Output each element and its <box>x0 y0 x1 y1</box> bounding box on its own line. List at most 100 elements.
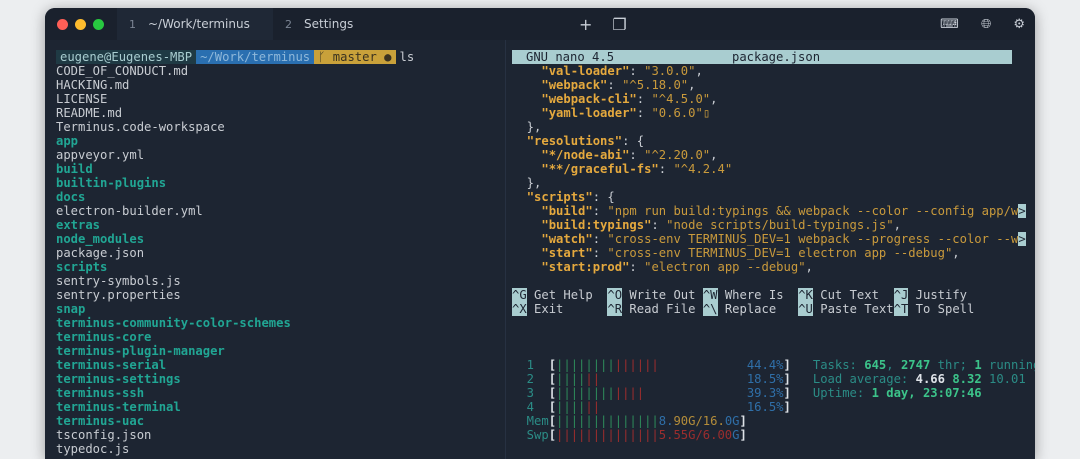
editor-line: "scripts": { <box>512 190 1024 204</box>
shortcut-key: ^X <box>512 302 527 316</box>
text-segment: |||||||| <box>556 358 615 372</box>
htop-line: Swp[||||||||||||||5.55G/6.00G] <box>512 428 1024 442</box>
text-segment: : { <box>592 190 615 204</box>
editor-line: }, <box>512 120 1024 134</box>
text-segment: |||||| <box>614 358 659 372</box>
text-segment: "cross-env TERMINUS_DEV=1 electron app -… <box>607 246 953 260</box>
text-segment: , <box>805 260 813 274</box>
nano-filename: package.json <box>732 50 821 64</box>
text-segment: [ <box>548 386 557 400</box>
file-entry: appveyor.yml <box>56 148 145 162</box>
text-segment: Paste Text <box>812 302 894 316</box>
directory-entry: docs <box>56 190 86 204</box>
text-segment: |||||||||||||| <box>556 428 659 442</box>
text-segment: |||||||||||||| <box>556 414 659 428</box>
directory-entry: app <box>56 134 79 148</box>
text-segment: 0G <box>724 414 740 428</box>
tab-label: Settings <box>304 17 354 31</box>
new-tab-button[interactable]: + <box>579 15 592 34</box>
text-segment <box>512 92 541 106</box>
shortcut-key: > <box>1018 232 1026 246</box>
text-segment: ] <box>739 414 747 428</box>
text-segment: ] <box>783 372 791 386</box>
text-segment: 4.66 <box>915 372 945 386</box>
maximize-button[interactable] <box>93 18 104 30</box>
nano-editor-content[interactable]: "val-loader": "3.0.0", "webpack": "^5.18… <box>512 64 1026 274</box>
text-segment: [ <box>548 358 557 372</box>
text-segment <box>512 148 541 162</box>
file-entry: sentry-symbols.js <box>56 274 181 288</box>
text-segment: [ <box>548 428 557 442</box>
text-segment: [ <box>548 400 557 414</box>
nano-version: GNU nano 4.5 <box>526 50 615 64</box>
tab-settings[interactable]: 2 Settings <box>273 8 429 40</box>
shortcut-key: ^K <box>798 288 813 302</box>
text-segment: |||| <box>556 372 586 386</box>
keyboard-icon[interactable]: ⌨ <box>940 17 959 32</box>
split-layout-icon[interactable]: ❐ <box>612 15 626 34</box>
directory-entry: terminus-community-color-schemes <box>56 316 291 330</box>
text-segment: Tasks: <box>790 358 865 372</box>
text-segment: 2747 <box>900 358 931 372</box>
text-segment: "^5.18.0" <box>622 78 689 92</box>
text-segment <box>512 204 541 218</box>
tab-number: 1 <box>129 17 136 31</box>
globe-icon[interactable]: 🌐︎ <box>981 17 991 32</box>
text-segment: , <box>710 92 718 106</box>
shortcut-key: ^O <box>607 288 623 302</box>
editor-line: "yaml-loader": "0.6.0"▯ <box>512 106 1024 120</box>
text-segment: : <box>636 106 652 120</box>
right-terminal-pane[interactable]: GNU nano 4.5 package.json "val-loader": "… <box>512 50 1035 442</box>
text-segment <box>600 372 747 386</box>
text-segment: Load average: <box>790 372 916 386</box>
text-segment: ] <box>739 428 747 442</box>
editor-line: "webpack-cli": "^4.5.0", <box>512 92 1024 106</box>
shortcut-row: ^X Exit ^R Read File ^\ Replace ^U Paste… <box>512 302 1024 316</box>
text-segment: 3 <box>512 386 549 400</box>
directory-entry: extras <box>56 218 101 232</box>
text-segment: "npm run build:typings && webpack --colo… <box>607 204 1019 218</box>
nano-header: GNU nano 4.5 package.json <box>512 50 1012 64</box>
text-segment: Replace <box>717 302 799 316</box>
text-segment: }, <box>512 120 542 134</box>
text-segment: , <box>952 246 960 260</box>
text-segment: ] <box>783 400 791 414</box>
text-segment: 1 <box>512 358 549 372</box>
file-entry: CODE_OF_CONDUCT.md <box>56 64 189 78</box>
text-segment <box>659 358 747 372</box>
left-terminal-pane[interactable]: eugene@Eugenes-MBP ~/Work/terminus ᚴ maste… <box>56 50 506 456</box>
close-button[interactable] <box>57 18 68 30</box>
text-segment: : <box>658 162 674 176</box>
editor-line: "watch": "cross-env TERMINUS_DEV=1 webpa… <box>512 232 1026 246</box>
gear-icon[interactable]: ⚙ <box>1013 17 1025 32</box>
text-segment: 8.32 <box>952 372 982 386</box>
text-segment: 39.3% <box>746 386 784 400</box>
text-segment: : <box>629 64 645 78</box>
file-entry: README.md <box>56 106 123 120</box>
text-segment: , <box>893 218 901 232</box>
text-segment: : <box>636 92 652 106</box>
text-segment: "webpack" <box>541 78 608 92</box>
text-segment: "start:prod" <box>541 260 630 274</box>
text-segment: |||||||| <box>556 386 615 400</box>
editor-line: "build": "npm run build:typings && webpa… <box>512 204 1026 218</box>
text-segment: ] <box>783 358 791 372</box>
text-segment: |||| <box>556 400 586 414</box>
text-segment <box>512 162 541 176</box>
text-segment: Exit <box>526 302 608 316</box>
prompt-path: ~/Work/terminus <box>196 50 315 64</box>
text-segment: Swp <box>512 428 549 442</box>
editor-line: "webpack": "^5.18.0", <box>512 78 1024 92</box>
text-segment: "^2.20.0" <box>644 148 711 162</box>
text-segment: : <box>629 260 645 274</box>
text-segment: : <box>607 78 623 92</box>
minimize-button[interactable] <box>75 18 86 30</box>
tab-terminal[interactable]: 1 ~/Work/terminus <box>117 8 273 40</box>
text-segment: Read File <box>622 302 703 316</box>
text-segment: 2 <box>512 372 549 386</box>
text-segment: 645 <box>864 358 887 372</box>
file-entry: LICENSE <box>56 92 108 106</box>
file-entry: package.json <box>56 246 145 260</box>
text-segment: 18.5% <box>746 372 784 386</box>
text-segment <box>512 218 541 232</box>
